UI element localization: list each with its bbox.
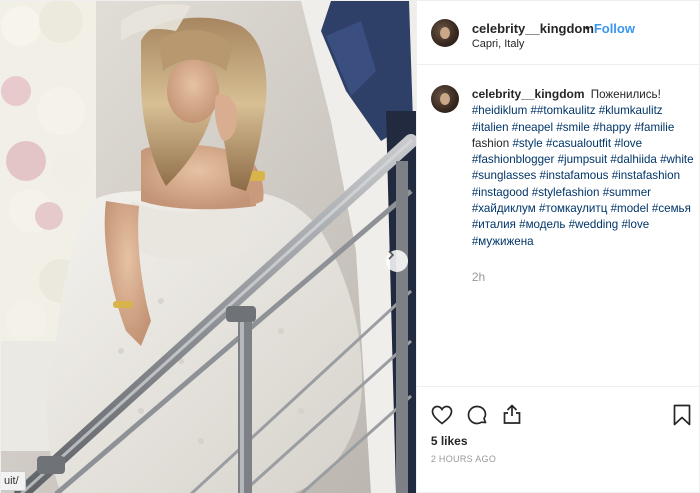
- hashtag-link[interactable]: #dalhiida: [610, 153, 656, 166]
- hashtag-link[interactable]: #семья: [652, 202, 691, 215]
- share-button[interactable]: [500, 402, 524, 426]
- instagram-post: uit/ celebrity__kingdom • Follow Capri, …: [0, 0, 700, 493]
- follow-button[interactable]: Follow: [594, 21, 635, 36]
- caption-username[interactable]: celebrity__kingdom: [472, 87, 585, 101]
- heart-icon: [431, 405, 453, 425]
- hashtag-link[interactable]: #stylefashion: [532, 186, 600, 199]
- hashtag-link[interactable]: #italien: [472, 121, 509, 134]
- comment-icon: [467, 405, 487, 425]
- hashtag-link[interactable]: #summer: [603, 186, 651, 199]
- hashtag-link[interactable]: #италия: [472, 218, 516, 231]
- wedding-photo: [1, 1, 416, 493]
- hashtag-link[interactable]: #sunglasses: [472, 169, 536, 182]
- location-link[interactable]: Capri, Italy: [472, 38, 525, 50]
- hashtag-link[interactable]: #familie: [634, 121, 674, 134]
- avatar-icon[interactable]: [430, 85, 459, 113]
- hashtag-link[interactable]: #модель: [519, 218, 565, 231]
- save-button[interactable]: [672, 403, 692, 427]
- hashtag-link[interactable]: #wedding: [569, 218, 619, 231]
- hashtag-link[interactable]: #style: [512, 137, 542, 150]
- hashtag-link[interactable]: #love: [621, 218, 649, 231]
- separator-dot: •: [584, 20, 590, 35]
- hashtag-link[interactable]: #jumpsuit: [558, 153, 608, 166]
- posted-time: 2 HOURS AGO: [430, 454, 497, 464]
- post-header: celebrity__kingdom • Follow Capri, Italy: [416, 1, 700, 65]
- chevron-right-icon: [388, 250, 395, 260]
- caption-text: celebrity__kingdom Поженились! #heidiklu…: [472, 86, 694, 250]
- hashtag-link[interactable]: #smile: [556, 121, 590, 134]
- hashtag-link[interactable]: #casualoutfit: [546, 137, 611, 150]
- hashtag-link[interactable]: #happy: [593, 121, 631, 134]
- next-image-button[interactable]: [386, 250, 408, 272]
- hashtag-list: #heidiklum ##tomkaulitz #klumkaulitz #it…: [472, 104, 694, 247]
- hashtag-link[interactable]: #fashionblogger: [472, 153, 555, 166]
- hashtag-link[interactable]: #model: [611, 202, 649, 215]
- hashtag-link[interactable]: ##tomkaulitz: [530, 104, 595, 117]
- hashtag-link[interactable]: #хайдиклум: [472, 202, 536, 215]
- bookmark-icon: [673, 404, 691, 426]
- hashtag-link[interactable]: #love: [614, 137, 642, 150]
- hashtag-link[interactable]: #instagood: [472, 186, 529, 199]
- hashtag-link[interactable]: #white: [660, 153, 694, 166]
- caption-body: Поженились!: [590, 88, 661, 101]
- hashtag-link: fashion: [471, 136, 510, 150]
- post-side-panel: celebrity__kingdom • Follow Capri, Italy…: [415, 1, 700, 493]
- status-url: uit/: [1, 471, 26, 491]
- hashtag-link[interactable]: #instafamous: [540, 169, 609, 182]
- hashtag-link[interactable]: #klumkaulitz: [599, 104, 663, 117]
- time-ago: 2h: [471, 270, 486, 284]
- hashtag-link[interactable]: #instafashion: [612, 169, 680, 182]
- like-button[interactable]: [430, 403, 454, 427]
- post-photo[interactable]: uit/: [1, 1, 416, 493]
- username-link[interactable]: celebrity__kingdom: [472, 21, 594, 36]
- likes-count[interactable]: 5 likes: [431, 434, 468, 448]
- hashtag-link[interactable]: #heidiklum: [472, 104, 527, 117]
- hashtag-link[interactable]: #томкаулитц: [539, 202, 607, 215]
- share-icon: [503, 404, 521, 424]
- avatar-icon[interactable]: [430, 19, 459, 47]
- action-bar: 5 likes 2 HOURS AGO: [416, 386, 700, 493]
- comment-button[interactable]: [465, 403, 489, 427]
- hashtag-link[interactable]: #neapel: [512, 121, 553, 134]
- hashtag-link[interactable]: #мужижена: [472, 235, 534, 248]
